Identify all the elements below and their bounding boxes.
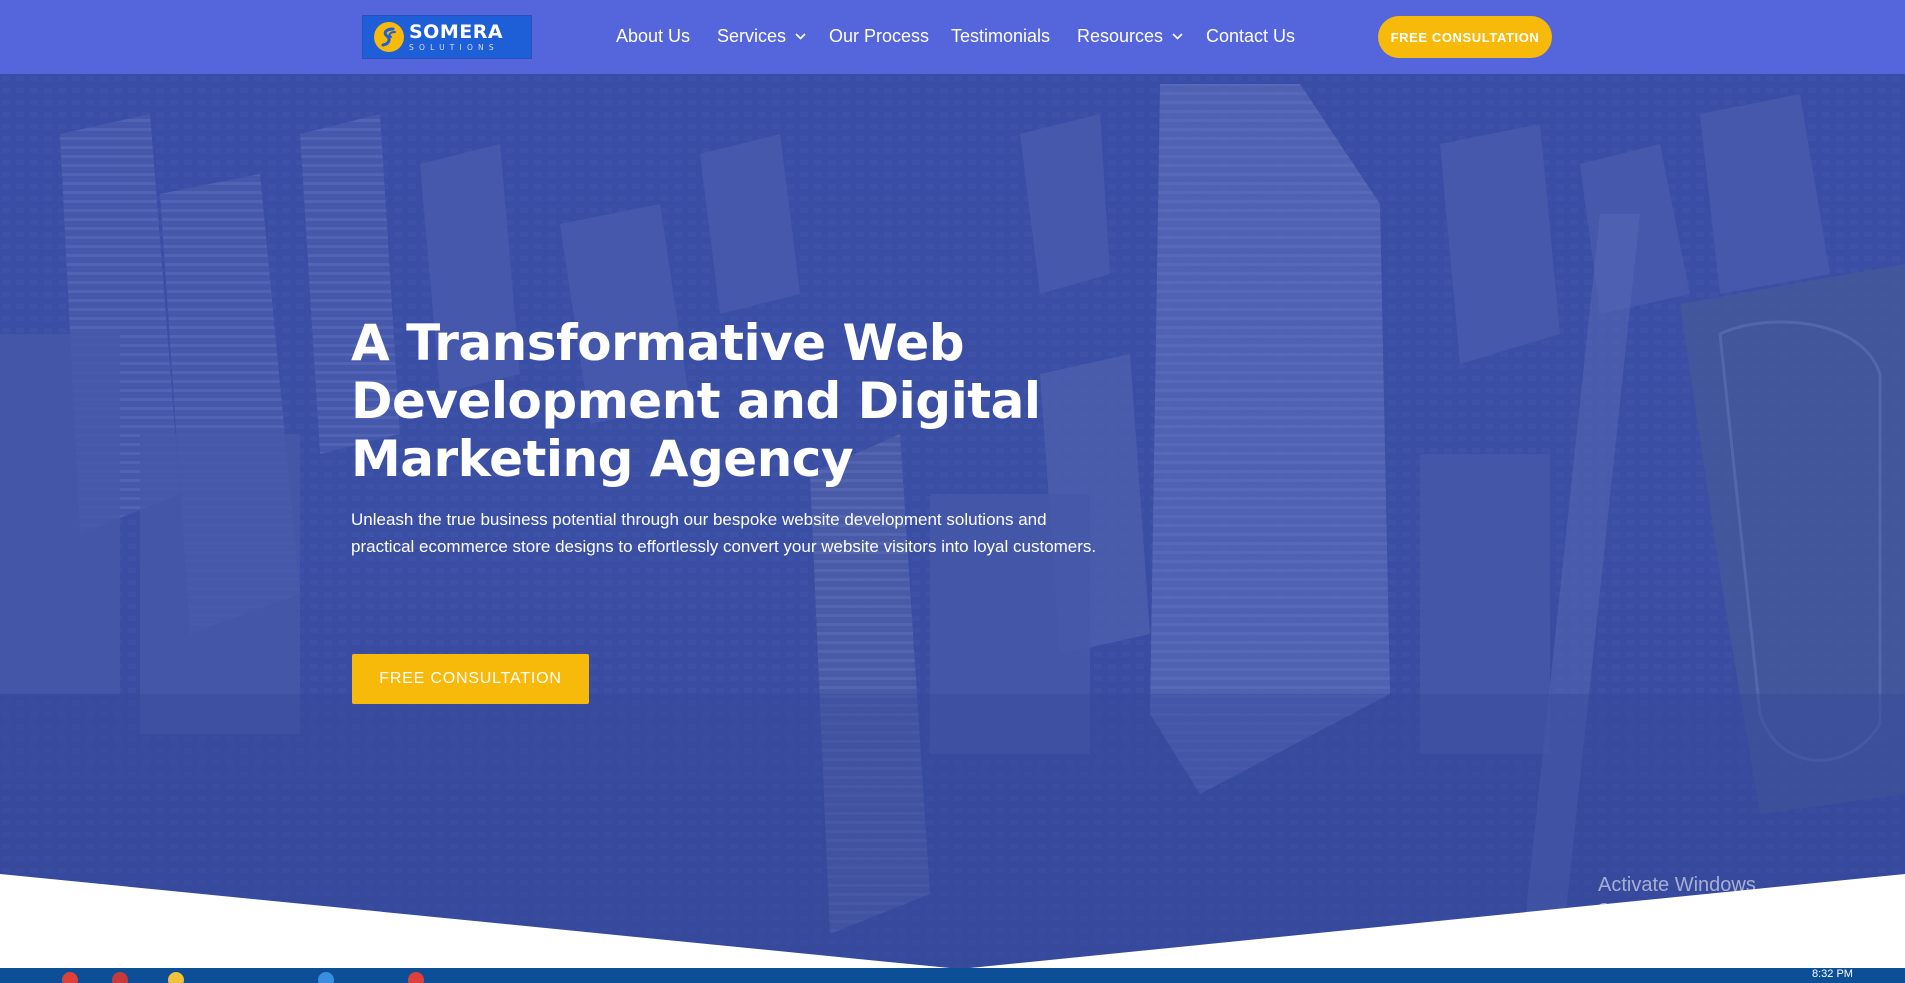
nav-item-label: Testimonials xyxy=(951,26,1051,46)
chevron-down-icon xyxy=(795,33,806,40)
nav-item-label: Services xyxy=(717,26,787,46)
hero-title-line: A Transformative Web xyxy=(351,314,965,372)
site-header: SOMERA SOLUTIONS About Us Services Our P… xyxy=(0,0,1905,74)
hero-consultation-button[interactable]: FREE CONSULTATION xyxy=(352,654,589,704)
taskbar-clock[interactable]: 8:32 PM xyxy=(1812,968,1853,980)
watermark-subtitle: Go to Settings to activate Windows. xyxy=(1598,900,1835,917)
somera-logo-icon xyxy=(374,22,404,52)
brand-tagline: SOLUTIONS xyxy=(409,42,499,52)
windows-activation-watermark: Activate Windows Go to Settings to activ… xyxy=(1598,874,1835,917)
nav-item-label: Contact Us xyxy=(1206,26,1296,46)
nav-item-resources[interactable]: Resources xyxy=(1077,26,1183,47)
watermark-title: Activate Windows xyxy=(1598,874,1756,896)
nav-item-label: Resources xyxy=(1077,26,1164,46)
hero-title-line: Development and Digital xyxy=(351,372,1041,430)
nav-item-label: About Us xyxy=(616,26,691,46)
hero-section: A Transformative Web Development and Dig… xyxy=(0,74,1905,968)
nav-item-label: Our Process xyxy=(829,26,930,46)
taskbar-app-icon[interactable] xyxy=(408,972,424,983)
nav-item-services[interactable]: Services xyxy=(717,26,806,47)
taskbar-app-icon[interactable] xyxy=(62,972,78,983)
header-consultation-button[interactable]: FREE CONSULTATION xyxy=(1378,16,1552,58)
taskbar-app-icon[interactable] xyxy=(318,972,334,983)
brand-logo[interactable]: SOMERA SOLUTIONS xyxy=(362,15,532,59)
hero-title: A Transformative Web Development and Dig… xyxy=(351,314,1151,488)
nav-item-contact-us[interactable]: Contact Us xyxy=(1206,26,1295,47)
taskbar-app-icon[interactable] xyxy=(112,972,128,983)
chevron-down-icon xyxy=(1172,33,1183,40)
hero-description: Unleash the true business potential thro… xyxy=(351,506,1131,560)
brand-name: SOMERA xyxy=(409,20,504,43)
hero-description-line: Unleash the true business potential thro… xyxy=(351,510,1047,529)
nav-item-about-us[interactable]: About Us xyxy=(616,26,690,47)
taskbar-app-icon[interactable] xyxy=(168,972,184,983)
nav-item-testimonials[interactable]: Testimonials xyxy=(951,26,1050,47)
hero-title-line: Marketing Agency xyxy=(351,430,854,488)
windows-taskbar: 8:32 PM xyxy=(0,968,1905,983)
nav-item-our-process[interactable]: Our Process xyxy=(829,26,929,47)
hero-description-line: practical ecommerce store designs to eff… xyxy=(351,537,1097,556)
